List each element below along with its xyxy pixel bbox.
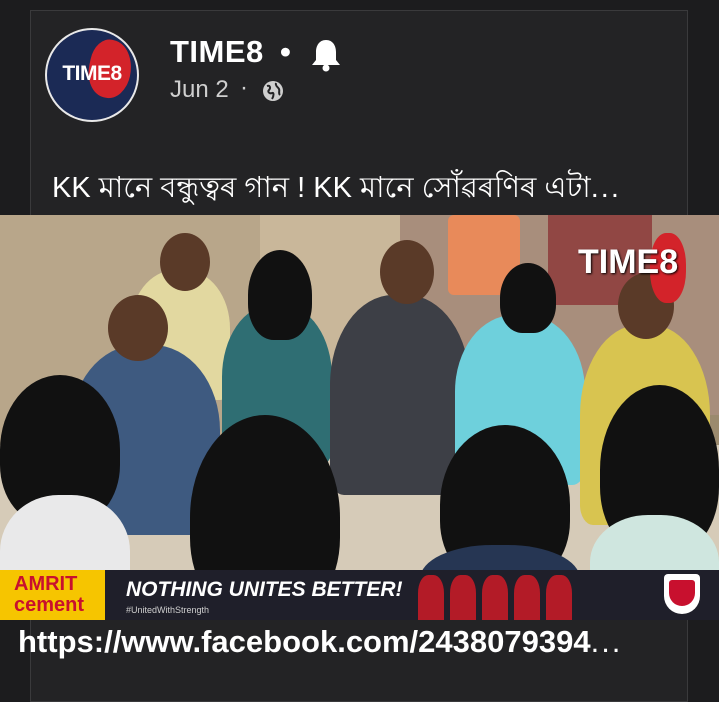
ad-player bbox=[514, 575, 540, 620]
page-avatar[interactable]: TIME8 bbox=[47, 30, 137, 120]
video-watermark: TIME8 bbox=[578, 243, 679, 281]
page-name[interactable]: TIME8 bbox=[170, 34, 264, 70]
globe-icon bbox=[262, 80, 284, 107]
person-head bbox=[108, 295, 168, 361]
ad-brand-line1: AMRIT bbox=[14, 573, 78, 595]
ad-brand-line2: cement bbox=[14, 594, 85, 616]
bell-icon[interactable] bbox=[310, 38, 342, 77]
caption-see-more[interactable]: ... bbox=[591, 172, 621, 204]
person-hair bbox=[248, 250, 312, 340]
ad-club-crest bbox=[664, 574, 700, 614]
ad-hashtag: #UnitedWithStrength bbox=[126, 605, 210, 615]
name-separator: • bbox=[280, 34, 291, 69]
ad-player bbox=[450, 575, 476, 620]
caption-text: KK মানে বন্ধুত্বৰ গান ! KK মানে সোঁৱৰণিৰ… bbox=[52, 172, 591, 204]
video-thumbnail[interactable]: TIME8 bbox=[0, 215, 719, 620]
ad-player bbox=[482, 575, 508, 620]
link-url[interactable]: https://www.facebook.com/2438079394 bbox=[18, 624, 591, 659]
ad-player bbox=[418, 575, 444, 620]
post-link[interactable]: https://www.facebook.com/2438079394... bbox=[18, 624, 698, 660]
avatar-logo-text: TIME8 bbox=[62, 62, 122, 85]
person-head bbox=[160, 233, 210, 291]
ad-banner[interactable]: AMRIT cement NOTHING UNITES BETTER! #Uni… bbox=[0, 570, 719, 620]
ad-brand-logo: AMRIT cement bbox=[0, 570, 105, 620]
ad-club-crest-inner bbox=[669, 580, 695, 606]
person-head bbox=[380, 240, 434, 304]
link-see-more[interactable]: ... bbox=[591, 624, 623, 659]
post-caption: KK মানে বন্ধুত্বৰ গান ! KK মানে সোঁৱৰণিৰ… bbox=[52, 165, 672, 214]
ad-player bbox=[546, 575, 572, 620]
date-separator: · bbox=[240, 74, 248, 101]
ad-slogan: NOTHING UNITES BETTER! bbox=[126, 578, 403, 601]
post-date[interactable]: Jun 2 bbox=[170, 76, 229, 104]
person-hair bbox=[500, 263, 556, 333]
